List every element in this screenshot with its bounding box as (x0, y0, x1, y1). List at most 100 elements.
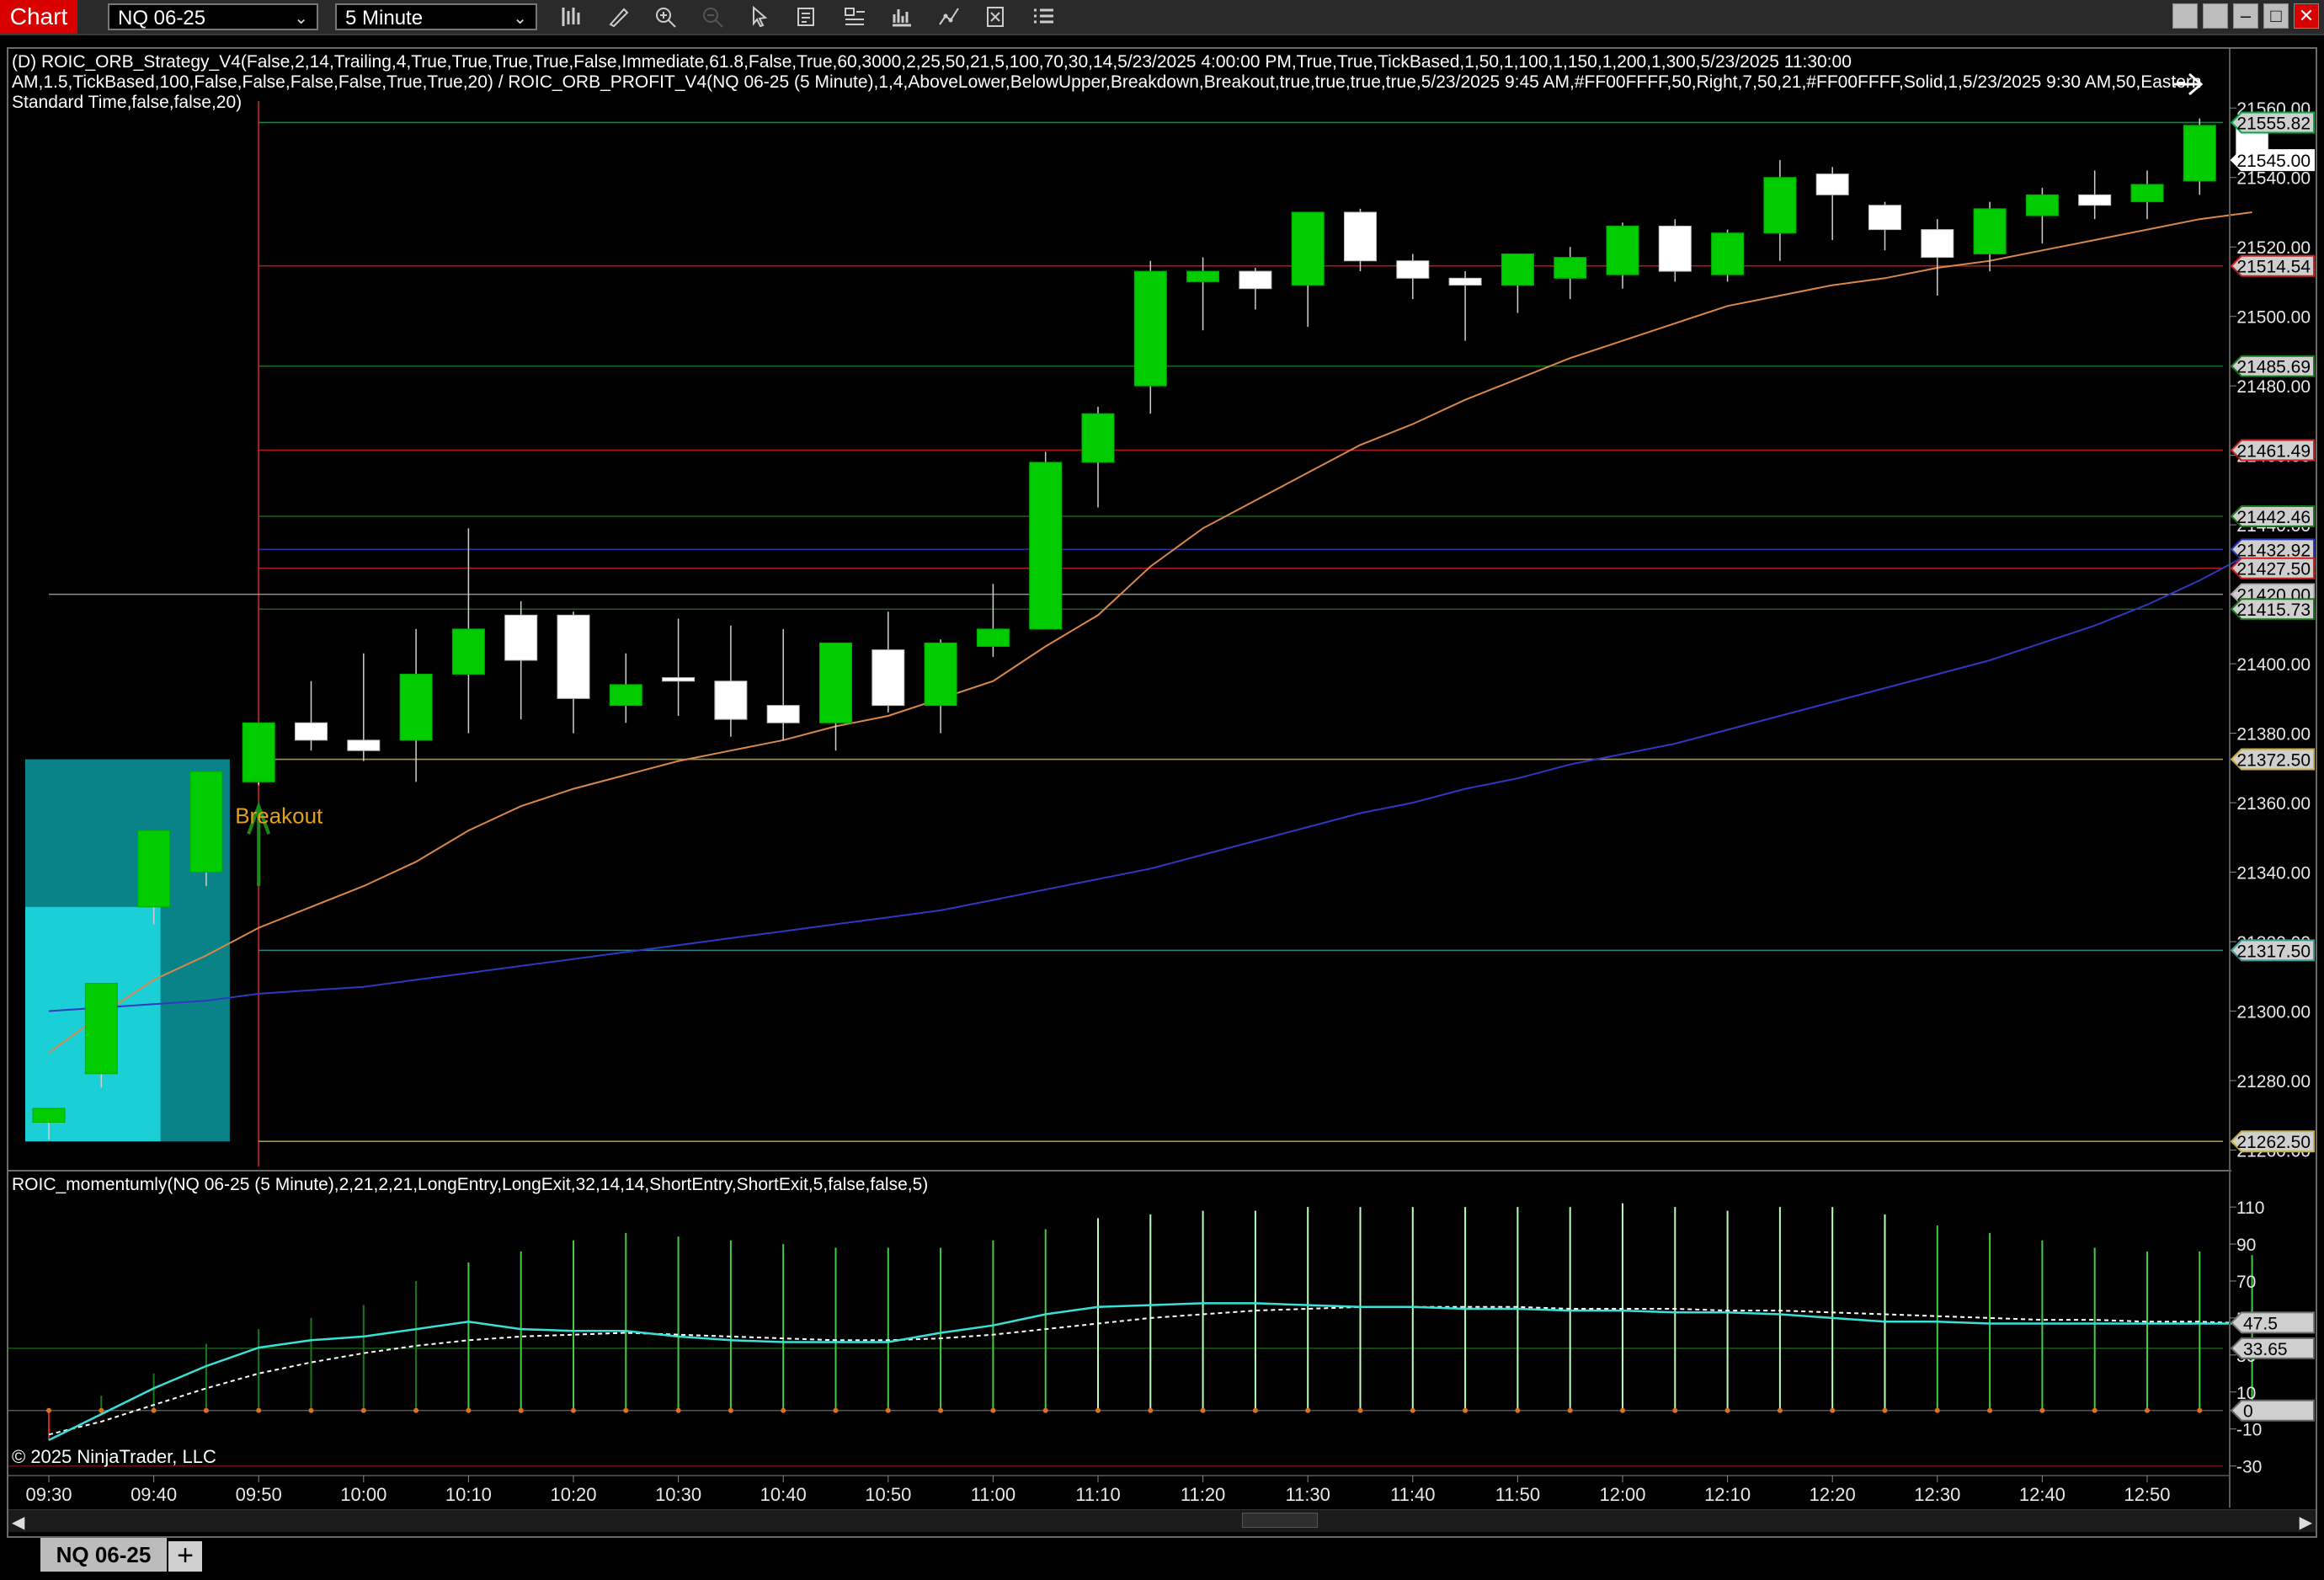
time-tick-label: 12:50 (2124, 1484, 2170, 1505)
momentum-dot (256, 1407, 262, 1413)
momentum-dot (781, 1407, 786, 1413)
time-tick-label: 10:40 (760, 1484, 807, 1505)
time-tick-label: 12:40 (2019, 1484, 2065, 1505)
momentum-dot (466, 1407, 472, 1413)
candle-body (1921, 229, 1954, 259)
price-tick-label: 21340.00 (2236, 864, 2311, 883)
price-level-label: 21555.82 (2236, 114, 2311, 133)
momentum-dot (1620, 1407, 1625, 1413)
candle-body (662, 677, 696, 682)
copyright-notice: © 2025 NinjaTrader, LLC (12, 1446, 216, 1467)
momentum-dot (2092, 1407, 2097, 1413)
momentum-dot (728, 1407, 733, 1413)
time-tick-label: 12:30 (1914, 1484, 1960, 1505)
candle-body (924, 642, 957, 707)
candle-body (1291, 211, 1325, 286)
candle-body (1763, 177, 1797, 234)
momentum-dot (1357, 1407, 1363, 1413)
time-tick-label: 12:10 (1704, 1484, 1751, 1505)
price-level-label: 21427.50 (2236, 560, 2311, 579)
time-tick-label: 10:50 (865, 1484, 911, 1505)
momentum-dot (2197, 1407, 2203, 1413)
time-tick-label: 11:30 (1285, 1484, 1330, 1505)
time-tick-label: 10:30 (655, 1484, 701, 1505)
momentum-dot (1777, 1407, 1783, 1413)
price-level-label: 21262.50 (2236, 1133, 2311, 1152)
time-tick-label: 10:20 (550, 1484, 596, 1505)
momentum-indicator-label: ROIC_momentumly(NQ 06-25 (5 Minute),2,21… (12, 1175, 929, 1194)
osc-tick-label: -30 (2236, 1458, 2262, 1477)
candle-body (872, 649, 905, 707)
strategy-label-line-1: (D) ROIC_ORB_Strategy_V4(False,2,14,Trai… (12, 52, 1852, 72)
osc-tick-label: 70 (2236, 1273, 2256, 1292)
candle-body (32, 1108, 66, 1124)
momentum-dot (2145, 1407, 2150, 1413)
momentum-dot (360, 1407, 366, 1413)
momentum-dot (1410, 1407, 1415, 1413)
candle-body (504, 614, 538, 661)
time-tick-label: 09:40 (131, 1484, 177, 1505)
candle-body (1081, 413, 1115, 463)
osc-value-label: 47.5 (2243, 1314, 2278, 1333)
price-axis: 21560.0021540.0021520.0021500.0021480.00… (2229, 49, 2315, 1508)
candle-body (189, 771, 223, 873)
candle-body (609, 684, 642, 707)
price-level-label: 21461.49 (2236, 442, 2311, 462)
tab-nq-06-25[interactable]: NQ 06-25 (40, 1538, 167, 1572)
price-level-label: 21514.54 (2236, 258, 2311, 277)
momentum-dot (1934, 1407, 1940, 1413)
osc-value-label: 0 (2243, 1402, 2253, 1422)
momentum-dot (990, 1407, 996, 1413)
candle-body (1396, 260, 1430, 279)
osc-tick-label: 90 (2236, 1236, 2256, 1255)
momentum-dot (308, 1407, 314, 1413)
candle-body (1239, 270, 1272, 290)
strategy-label-line-3: Standard Time,false,false,20) (12, 93, 243, 112)
price-tick-label: 21540.00 (2236, 169, 2311, 189)
candle-body (1133, 270, 1167, 387)
ema-slow-line (48, 552, 2253, 1012)
momentum-dot (518, 1407, 524, 1413)
scroll-right-icon[interactable]: ▶ (2300, 1512, 2312, 1533)
price-tick-label: 21400.00 (2236, 655, 2311, 675)
momentum-dot (1200, 1407, 1206, 1413)
price-panel: Breakout (8, 72, 2269, 1172)
time-tick-label: 11:50 (1495, 1484, 1540, 1505)
momentum-dot (1042, 1407, 1048, 1413)
price-level-label: 21317.50 (2236, 942, 2311, 961)
momentum-dot (1095, 1407, 1101, 1413)
scrollbar-thumb[interactable] (1242, 1513, 1318, 1528)
candle-body (347, 739, 381, 751)
price-tick-label: 21280.00 (2236, 1072, 2311, 1092)
breakout-label: Breakout (235, 803, 323, 829)
tab-bar: NQ 06-25 + (0, 1538, 2324, 1580)
candle-body (1658, 225, 1692, 272)
momentum-dot (2039, 1407, 2045, 1413)
momentum-panel (8, 1203, 2255, 1467)
candle-body (2025, 194, 2059, 216)
candle-body (557, 614, 590, 699)
time-tick-label: 12:20 (1810, 1484, 1856, 1505)
candle-body (1029, 462, 1063, 630)
candle-body (1973, 208, 2007, 254)
time-tick-label: 11:20 (1181, 1484, 1225, 1505)
horizontal-scrollbar[interactable]: ◀ ▶ (8, 1509, 2316, 1532)
candle-body (1554, 257, 1587, 279)
candle-body (84, 983, 118, 1075)
momentum-dot (938, 1407, 944, 1413)
time-tick-label: 10:00 (340, 1484, 386, 1505)
momentum-dot (571, 1407, 576, 1413)
candle-body (766, 705, 800, 723)
candle-body (1344, 211, 1377, 262)
candle-body (1500, 253, 1534, 286)
candle-body (1868, 205, 1901, 231)
candle-body (137, 830, 171, 908)
add-tab-button[interactable]: + (168, 1541, 202, 1572)
scroll-left-icon[interactable]: ◀ (12, 1512, 24, 1533)
price-tick-label: 21300.00 (2236, 1003, 2311, 1022)
candle-body (1606, 225, 1639, 275)
chart-canvas[interactable]: Breakout 21560.0021540.0021520.0021500.0… (0, 0, 2324, 1580)
price-tick-label: 21500.00 (2236, 308, 2311, 328)
time-tick-label: 12:00 (1599, 1484, 1645, 1505)
time-tick-label: 09:30 (25, 1484, 72, 1505)
